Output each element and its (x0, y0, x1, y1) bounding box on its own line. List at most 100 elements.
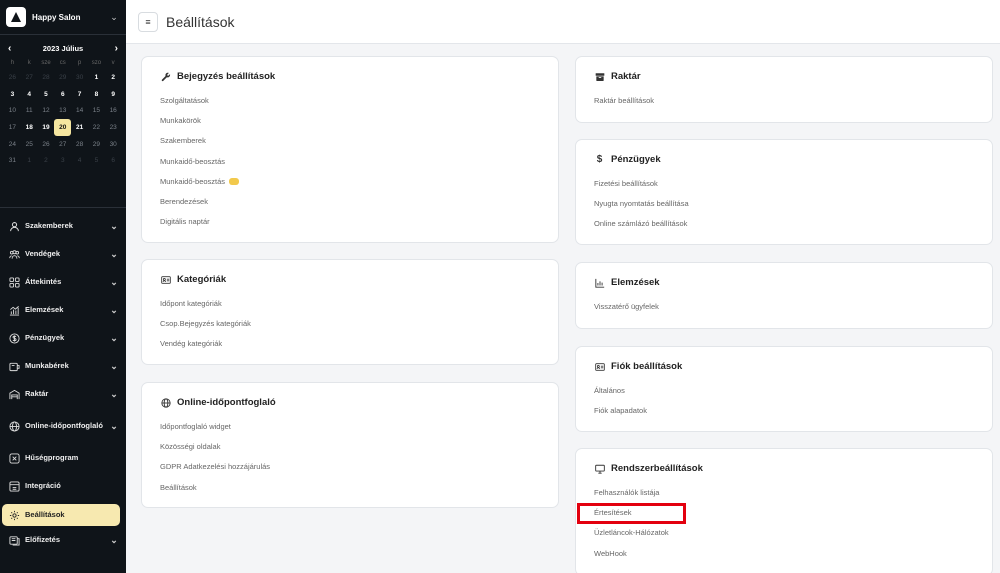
link-webhook[interactable]: WebHook (594, 544, 974, 564)
brand-name: Happy Salon (32, 12, 81, 22)
calendar-month-label: 2023 Július (42, 43, 84, 53)
sidebar-item-elemzesek[interactable]: Elemzések ⌄ (0, 296, 126, 324)
calendar-day[interactable]: 1 (88, 69, 105, 86)
calendar-day[interactable]: 29 (54, 69, 71, 86)
calendar-day-today[interactable]: 20 (54, 119, 72, 136)
link-online-szamlazo[interactable]: Online számlázó beállítások (594, 214, 974, 234)
sidebar-item-raktar[interactable]: Raktár ⌄ (0, 380, 126, 408)
calendar-day[interactable]: 16 (105, 102, 122, 119)
calendar-day[interactable]: 30 (71, 69, 88, 86)
people-icon (8, 248, 20, 260)
calendar-day[interactable]: 26 (4, 69, 21, 86)
link-visszatero-ugyfelek[interactable]: Visszatérő ügyfelek (594, 297, 974, 317)
calendar-day[interactable]: 29 (88, 136, 105, 153)
link-munkaido-beosztas[interactable]: Munkaidő-beosztás (160, 152, 540, 172)
link-vendeg-kategoriak[interactable]: Vendég kategóriák (160, 334, 540, 354)
sidebar-item-online-idopontfoglalo[interactable]: Online-időpontfoglaló ⌄ (0, 408, 126, 444)
calendar-day[interactable]: 17 (4, 119, 21, 136)
sidebar-item-beallitasok[interactable]: Beállítások (2, 504, 120, 526)
sidebar-item-husegprogram[interactable]: Hűségprogram (0, 444, 126, 472)
chevron-down-icon: ⌄ (110, 534, 118, 545)
weekday-label: sze (41, 60, 51, 66)
link-felhasznalok-listaja[interactable]: Felhasználók listája (594, 483, 974, 503)
link-gdpr[interactable]: GDPR Adatkezelési hozzájárulás (160, 457, 540, 477)
link-berendezesek[interactable]: Berendezések (160, 192, 540, 212)
card-title: Rendszerbeállítások (611, 463, 703, 474)
calendar-grid: h k sze cs p szo v 26 27 28 29 30 1 2 3 … (4, 57, 122, 169)
chevron-down-icon: ⌄ (110, 388, 118, 399)
sidebar-item-integracio[interactable]: Integráció (0, 472, 126, 500)
next-month-button[interactable]: › (115, 43, 118, 54)
link-fizetesi-beallitasok[interactable]: Fizetési beállítások (594, 174, 974, 194)
calendar-day[interactable]: 6 (54, 86, 71, 103)
calendar-day[interactable]: 3 (54, 152, 71, 169)
calendar-day[interactable]: 4 (21, 86, 38, 103)
sidebar-item-label: Szakemberek (25, 221, 73, 231)
calendar-day[interactable]: 24 (4, 136, 21, 153)
link-altalanos[interactable]: Általános (594, 381, 974, 401)
sidebar-item-munkaberek[interactable]: Munkabérek ⌄ (0, 352, 126, 380)
calendar-day[interactable]: 13 (54, 102, 71, 119)
calendar-day[interactable]: 11 (21, 102, 38, 119)
sidebar-nav: Szakemberek ⌄ Vendégek ⌄ Áttekintés ⌄ El… (0, 212, 126, 554)
calendar-day[interactable]: 3 (4, 86, 21, 103)
calendar-day[interactable]: 23 (105, 119, 122, 136)
calendar-day[interactable]: 5 (38, 86, 55, 103)
menu-toggle-button[interactable]: ≡ (138, 11, 158, 32)
link-beallitasok[interactable]: Beállítások (160, 478, 540, 498)
calendar-day[interactable]: 19 (38, 119, 55, 136)
calendar-day[interactable]: 4 (71, 152, 88, 169)
calendar-day[interactable]: 2 (38, 152, 55, 169)
link-szolgaltatasok[interactable]: Szolgáltatások (160, 91, 540, 111)
calendar-day[interactable]: 26 (38, 136, 55, 153)
link-fiok-alapadatok[interactable]: Fiók alapadatok (594, 401, 974, 421)
calendar-day[interactable]: 7 (71, 86, 88, 103)
link-csop-bejegyzes-kategoriak[interactable]: Csop.Bejegyzés kategóriák (160, 314, 540, 334)
calendar-day[interactable]: 5 (88, 152, 105, 169)
card-elemzesek: Elemzések Visszatérő ügyfelek (575, 262, 993, 329)
sidebar-item-label: Raktár (25, 389, 49, 399)
calendar-day[interactable]: 9 (105, 86, 122, 103)
link-munkakorok[interactable]: Munkakörök (160, 111, 540, 131)
calendar-day[interactable]: 27 (21, 69, 38, 86)
sidebar-item-elofizetes[interactable]: Előfizetés ⌄ (0, 526, 126, 554)
calendar-day[interactable]: 8 (88, 86, 105, 103)
wallet-icon (8, 360, 20, 372)
calendar-day[interactable]: 22 (88, 119, 105, 136)
sidebar-item-szakemberek[interactable]: Szakemberek ⌄ (0, 212, 126, 240)
link-raktar-beallitasok[interactable]: Raktár beállítások (594, 91, 974, 111)
calendar-day[interactable]: 1 (21, 152, 38, 169)
link-nyugta-nyomtatas[interactable]: Nyugta nyomtatás beállítása (594, 194, 974, 214)
card-fiok-beallitasok: Fiók beállítások Általános Fiók alapadat… (575, 346, 993, 432)
calendar-day[interactable]: 18 (21, 119, 38, 136)
calendar-day[interactable]: 28 (38, 69, 55, 86)
new-badge (229, 178, 240, 186)
calendar-day[interactable]: 31 (4, 152, 21, 169)
calendar-day[interactable]: 6 (105, 152, 122, 169)
link-munkaido-beosztas-new[interactable]: Munkaidő-beosztás (160, 172, 540, 192)
link-idopont-kategoriak[interactable]: Időpont kategóriák (160, 294, 540, 314)
calendar-day[interactable]: 30 (105, 136, 122, 153)
card-title: Pénzügyek (611, 154, 661, 165)
calendar-day[interactable]: 27 (54, 136, 71, 153)
brand-switcher[interactable]: Happy Salon ⌄ (0, 0, 126, 34)
link-idopontfoglalo-widget[interactable]: Időpontfoglaló widget (160, 417, 540, 437)
calendar-day[interactable]: 28 (71, 136, 88, 153)
prev-month-button[interactable]: ‹ (8, 43, 11, 54)
calendar-day[interactable]: 10 (4, 102, 21, 119)
calendar-day[interactable]: 21 (71, 119, 88, 136)
card-title: Raktár (611, 71, 641, 82)
link-kozossegi-oldalak[interactable]: Közösségi oldalak (160, 437, 540, 457)
calendar-day[interactable]: 12 (38, 102, 55, 119)
calendar-day[interactable]: 15 (88, 102, 105, 119)
sidebar-item-penzugyek[interactable]: Pénzügyek ⌄ (0, 324, 126, 352)
link-szakemberek[interactable]: Szakemberek (160, 131, 540, 151)
sidebar-item-vendegek[interactable]: Vendégek ⌄ (0, 240, 126, 268)
card-title: Elemzések (611, 277, 660, 288)
calendar-day[interactable]: 2 (105, 69, 122, 86)
calendar-day[interactable]: 14 (71, 102, 88, 119)
link-digitalis-naptar[interactable]: Digitális naptár (160, 212, 540, 232)
calendar-day[interactable]: 25 (21, 136, 38, 153)
sidebar-item-attekintes[interactable]: Áttekintés ⌄ (0, 268, 126, 296)
link-uzletlancok-halozatok[interactable]: Üzletláncok-Hálózatok (594, 523, 974, 543)
